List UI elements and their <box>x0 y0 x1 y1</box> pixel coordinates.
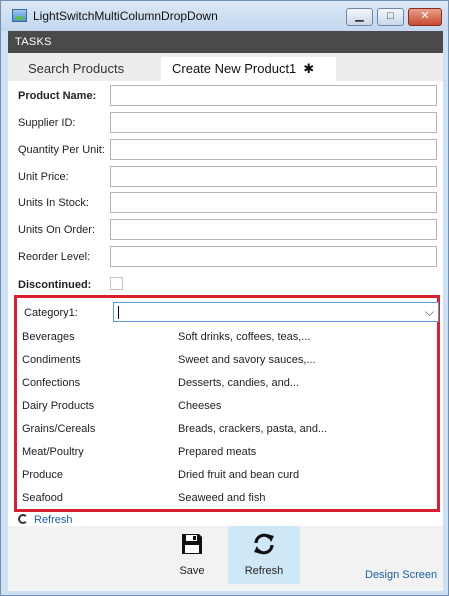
supplier-id-input[interactable] <box>110 112 437 133</box>
command-bar: Save Refresh Design Screen <box>8 526 443 591</box>
field-product-name: Product Name: <box>18 85 438 107</box>
tab-label: Search Products <box>28 61 125 76</box>
option-description: Soft drinks, coffees, teas,... <box>178 331 311 343</box>
refresh-link[interactable]: Refresh <box>18 514 73 526</box>
option-name: Meat/Poultry <box>22 446 84 458</box>
tasks-bar[interactable]: TASKS <box>8 31 443 53</box>
field-label: Discontinued: <box>18 279 92 291</box>
reorder-level-input[interactable] <box>110 246 437 267</box>
save-icon <box>182 534 202 554</box>
option-description: Dried fruit and bean curd <box>178 469 300 481</box>
field-supplier-id: Supplier ID: <box>18 112 438 134</box>
tab-strip: Search Products Create New Product1 ✱ <box>8 53 443 81</box>
dropdown-option[interactable]: Condiments Sweet and savory sauces,... <box>17 350 437 373</box>
text-caret <box>118 306 119 319</box>
client-area: TASKS Search Products Create New Product… <box>8 31 443 591</box>
tab-label: Create New Product1 <box>172 61 297 76</box>
app-window: LightSwitchMultiColumnDropDown ▁ □ ✕ TAS… <box>0 0 449 596</box>
option-name: Dairy Products <box>22 400 95 412</box>
quantity-per-unit-input[interactable] <box>110 139 437 160</box>
category-label: Category1: <box>24 307 78 319</box>
option-description: Desserts, candies, and... <box>178 377 300 389</box>
dropdown-option[interactable]: Dairy Products Cheeses <box>17 396 437 419</box>
unit-price-input[interactable] <box>110 166 437 187</box>
refresh-button-label: Refresh <box>244 565 284 577</box>
field-label: Units In Stock: <box>18 197 89 209</box>
field-label: Quantity Per Unit: <box>18 144 105 156</box>
field-label: Product Name: <box>18 90 97 102</box>
tab-search-products[interactable]: Search Products <box>28 57 163 81</box>
minimize-button[interactable]: ▁ <box>346 8 373 26</box>
option-name: Produce <box>22 469 63 481</box>
dropdown-option[interactable]: Meat/Poultry Prepared meats <box>17 442 437 465</box>
save-button-label: Save <box>179 565 205 577</box>
option-name: Condiments <box>22 354 81 366</box>
refresh-link-label: Refresh <box>34 514 73 526</box>
option-description: Prepared meats <box>178 446 257 458</box>
product-name-input[interactable] <box>110 85 437 106</box>
field-label: Reorder Level: <box>18 251 91 263</box>
field-units-on-order: Units On Order: <box>18 219 438 241</box>
option-name: Grains/Cereals <box>22 423 96 435</box>
dropdown-option[interactable]: Grains/Cereals Breads, crackers, pasta, … <box>17 419 437 442</box>
option-description: Seaweed and fish <box>178 492 266 504</box>
app-icon <box>12 9 27 22</box>
field-unit-price: Unit Price: <box>18 166 438 188</box>
category-dropdown-highlight: Category1: ⌵ Beverages Soft drinks, coff… <box>14 295 440 512</box>
option-description: Cheeses <box>178 400 222 412</box>
option-name: Beverages <box>22 331 75 343</box>
save-button[interactable]: Save <box>156 526 228 584</box>
option-description: Breads, crackers, pasta, and... <box>178 423 328 435</box>
refresh-icon <box>254 533 274 555</box>
close-button[interactable]: ✕ <box>408 8 442 26</box>
units-in-stock-input[interactable] <box>110 192 437 213</box>
dropdown-option[interactable]: Confections Desserts, candies, and... <box>17 373 437 396</box>
option-name: Confections <box>22 377 81 389</box>
discontinued-checkbox[interactable] <box>110 277 123 290</box>
refresh-button[interactable]: Refresh <box>228 526 300 584</box>
design-screen-link[interactable]: Design Screen <box>365 569 437 581</box>
dropdown-option[interactable]: Produce Dried fruit and bean curd <box>17 465 437 488</box>
option-description: Sweet and savory sauces,... <box>178 354 316 366</box>
field-label: Units On Order: <box>18 224 96 236</box>
option-name: Seafood <box>22 492 63 504</box>
maximize-button[interactable]: □ <box>377 8 404 26</box>
chevron-down-icon[interactable]: ⌵ <box>425 305 434 320</box>
dropdown-option[interactable]: Beverages Soft drinks, coffees, teas,... <box>17 327 437 350</box>
window-title: LightSwitchMultiColumnDropDown <box>33 9 218 23</box>
field-label: Supplier ID: <box>18 117 76 129</box>
field-label: Unit Price: <box>18 171 69 183</box>
dropdown-option[interactable]: Seafood Seaweed and fish <box>17 488 437 511</box>
refresh-icon <box>18 514 28 524</box>
category-combobox[interactable]: ⌵ <box>113 302 439 322</box>
field-quantity-per-unit: Quantity Per Unit: <box>18 139 438 161</box>
field-reorder-level: Reorder Level: <box>18 246 438 268</box>
field-units-in-stock: Units In Stock: <box>18 192 438 214</box>
title-bar[interactable]: LightSwitchMultiColumnDropDown ▁ □ ✕ <box>1 1 448 31</box>
tab-create-new-product[interactable]: Create New Product1 ✱ <box>161 57 336 81</box>
units-on-order-input[interactable] <box>110 219 437 240</box>
modified-marker-icon: ✱ <box>303 61 315 76</box>
field-discontinued: Discontinued: <box>18 274 438 296</box>
